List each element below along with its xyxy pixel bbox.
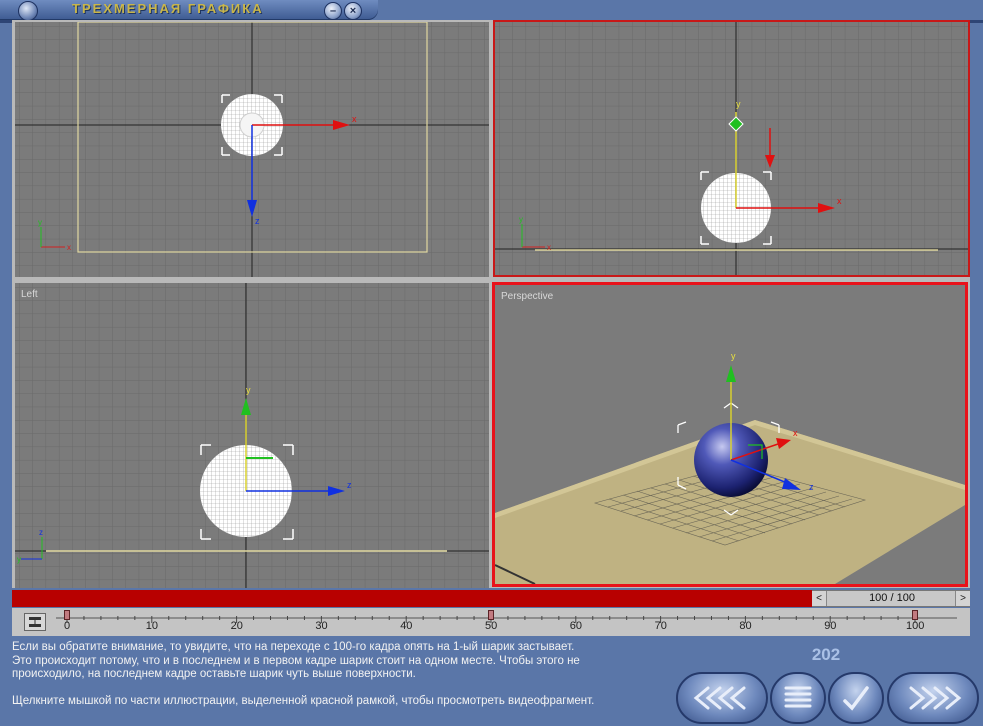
- svg-text:z: z: [347, 480, 352, 490]
- viewport-perspective[interactable]: y x z Perspective: [492, 282, 968, 587]
- viewport-left-canvas: y z z y: [15, 283, 489, 588]
- viewport-top[interactable]: x z x y: [15, 22, 489, 277]
- svg-text:y: y: [519, 215, 523, 224]
- viewport-perspective-canvas: y x z: [495, 351, 965, 584]
- svg-text:x: x: [837, 196, 842, 206]
- window-title: ТРЕХМЕРНАЯ ГРАФИКА: [72, 1, 264, 16]
- tick-label: 0: [64, 620, 71, 632]
- description-line-4: Щелкните мышкой по части иллюстрации, вы…: [12, 694, 595, 707]
- tick-label: 70: [654, 620, 667, 632]
- svg-text:y: y: [731, 351, 736, 361]
- viewport-left[interactable]: y z z y Left: [15, 283, 489, 588]
- tick-label: 30: [315, 620, 328, 632]
- next-frame-button[interactable]: >: [955, 591, 970, 606]
- check-icon: [843, 686, 869, 711]
- app-icon[interactable]: [18, 1, 38, 21]
- svg-text:x: x: [352, 114, 357, 124]
- back-button[interactable]: [676, 672, 768, 724]
- tick-label: 100: [906, 620, 925, 632]
- svg-text:y: y: [38, 218, 42, 227]
- svg-text:x: x: [793, 428, 798, 438]
- svg-text:z: z: [809, 482, 814, 492]
- tick-label: 60: [569, 620, 583, 632]
- svg-text:y: y: [17, 555, 21, 564]
- tick-label: 80: [739, 620, 752, 632]
- viewport-front[interactable]: y x x y: [493, 20, 970, 277]
- viewport-label-perspective: Perspective: [501, 291, 554, 302]
- page-number: 202: [811, 645, 841, 664]
- svg-text:z: z: [39, 528, 43, 537]
- svg-text:y: y: [736, 99, 741, 109]
- keyframe-marker[interactable]: [64, 610, 70, 620]
- svg-text:x: x: [67, 243, 71, 252]
- menu-icon: [784, 686, 812, 708]
- key-mode-icon[interactable]: [24, 613, 46, 631]
- menu-button[interactable]: [770, 672, 826, 724]
- keyframe-marker[interactable]: [488, 610, 494, 620]
- svg-text:z: z: [255, 216, 260, 226]
- close-button[interactable]: ×: [344, 2, 362, 20]
- check-button[interactable]: [828, 672, 884, 724]
- rewind-icon: [693, 686, 746, 710]
- svg-text:y: y: [246, 385, 251, 395]
- description-line-1: Если вы обратите внимание, то увидите, ч…: [12, 641, 575, 653]
- frame-counter: 100 / 100: [869, 592, 915, 604]
- fast-forward-icon: [909, 686, 962, 710]
- viewport-front-canvas: y x x y: [495, 22, 968, 275]
- prev-frame-button[interactable]: <: [812, 591, 827, 606]
- viewport-top-canvas: x z x y: [15, 22, 489, 277]
- description-text: Если вы обратите внимание, то увидите, ч…: [12, 641, 672, 708]
- viewport-area: x z x y y x x y y z z y Left y x z Persp…: [12, 20, 970, 588]
- tick-label: 90: [824, 620, 837, 632]
- tick-label: 50: [485, 620, 498, 632]
- description-line-3: происходило, на последнем кадре оставьте…: [12, 668, 416, 680]
- viewport-label-left: Left: [21, 289, 38, 300]
- tick-label: 40: [400, 620, 413, 632]
- tick-label: 20: [230, 620, 243, 632]
- forward-button[interactable]: [887, 672, 979, 724]
- svg-text:x: x: [547, 243, 551, 252]
- minimize-button[interactable]: –: [324, 2, 342, 20]
- description-line-2: Это происходит потому, что и в последнем…: [12, 654, 580, 667]
- keyframe-marker[interactable]: [912, 610, 918, 620]
- tick-label: 10: [145, 620, 159, 632]
